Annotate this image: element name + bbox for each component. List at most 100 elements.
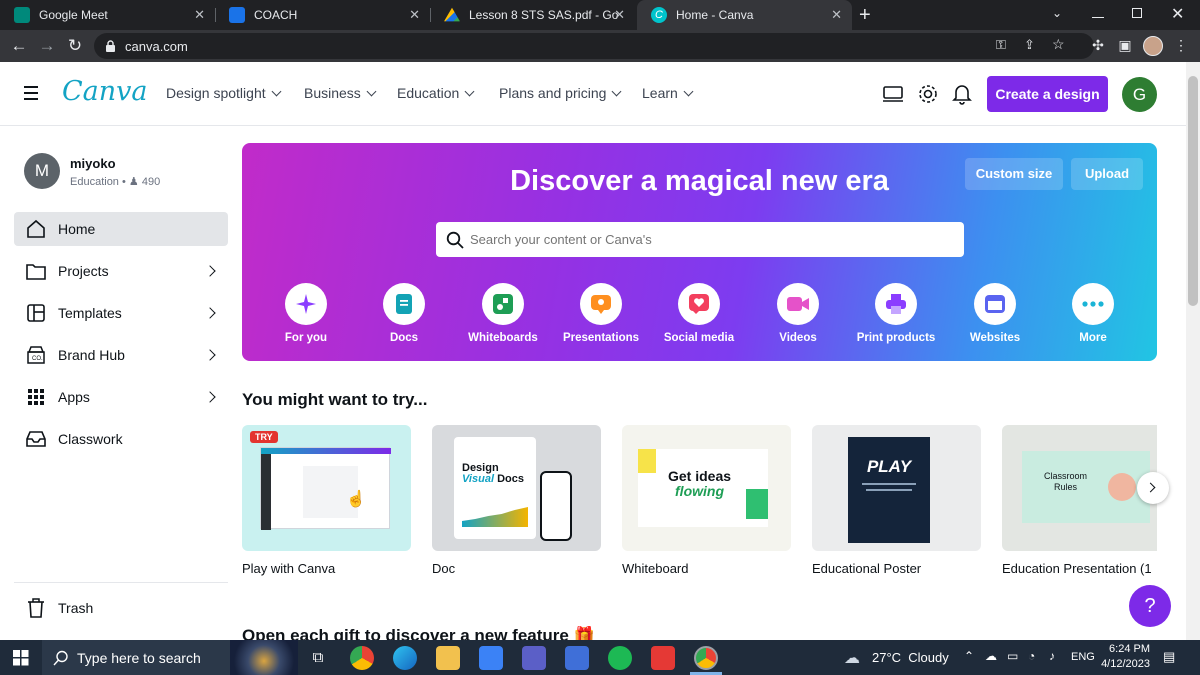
whiteboard-icon [482, 283, 524, 325]
browser-tab-active[interactable]: C Home - Canva ✕ [637, 0, 852, 30]
taskbar-search-box[interactable]: Type here to search [42, 640, 298, 675]
key-icon[interactable]: ⚿ [996, 37, 1006, 53]
search-input[interactable] [470, 229, 950, 249]
back-arrow-icon[interactable]: ← [7, 34, 31, 58]
create-design-button[interactable]: Create a design [987, 76, 1108, 112]
category-presentations[interactable]: Presentations [561, 283, 641, 344]
app-taskbar-icon[interactable] [522, 646, 546, 670]
minimize-window-icon[interactable] [1092, 6, 1104, 18]
volume-icon[interactable]: ♪ [1049, 649, 1055, 663]
category-social-media[interactable]: Social media [659, 283, 739, 344]
bookmark-star-icon[interactable]: ☆ [1052, 36, 1065, 53]
tab-search-icon[interactable]: ⌄ [1052, 6, 1062, 20]
vpn-taskbar-icon[interactable] [565, 646, 589, 670]
battery-icon[interactable]: ▭ [1007, 649, 1018, 663]
whiteboard-illustration: Get ideas flowing [638, 449, 768, 527]
chrome-menu-icon[interactable]: ⋮ [1170, 34, 1192, 56]
account-avatar[interactable]: G [1122, 77, 1157, 112]
browser-tab[interactable]: Google Meet ✕ [0, 0, 215, 30]
card-title: Educational Poster [812, 561, 922, 576]
phone-illustration [540, 471, 572, 541]
spotify-taskbar-icon[interactable] [608, 646, 632, 670]
share-icon[interactable]: ⇪ [1024, 37, 1035, 53]
show-hidden-icons-icon[interactable]: ⌃ [964, 649, 974, 663]
category-print-products[interactable]: Print products [856, 283, 936, 344]
close-tab-icon[interactable]: ✕ [409, 7, 420, 23]
category-websites[interactable]: Websites [955, 283, 1035, 344]
language-indicator[interactable]: ENG [1071, 651, 1095, 663]
home-icon [25, 218, 47, 240]
team-avatar[interactable]: M [24, 153, 60, 189]
file-explorer-icon[interactable] [436, 646, 460, 670]
help-button[interactable]: ? [1129, 585, 1171, 627]
task-view-icon[interactable]: ⧉ [306, 646, 330, 670]
address-bar[interactable]: canva.com ⚿ ⇪ ☆ [94, 33, 1094, 59]
sidebar-item-home[interactable]: Home [14, 212, 228, 246]
close-tab-icon[interactable]: ✕ [831, 7, 842, 23]
edge-taskbar-icon[interactable] [393, 646, 417, 670]
chrome-profile-taskbar-icon[interactable] [694, 646, 718, 670]
weather-text[interactable]: 27°C Cloudy [872, 650, 949, 665]
upload-button[interactable]: Upload [1071, 158, 1143, 190]
category-more[interactable]: More [1053, 283, 1133, 344]
sidebar-item-trash[interactable]: Trash [14, 591, 228, 625]
nav-education[interactable]: Education [397, 85, 475, 101]
forward-arrow-icon[interactable]: → [35, 34, 59, 58]
close-tab-icon[interactable]: ✕ [194, 7, 205, 23]
sidebar-item-projects[interactable]: Projects [14, 254, 228, 288]
new-tab-button[interactable]: + [859, 4, 871, 27]
card-title: Education Presentation (1 [1002, 561, 1152, 576]
notification-bell-icon[interactable] [952, 83, 972, 105]
browser-tab[interactable]: Lesson 8 STS SAS.pdf - Google D ✕ [430, 0, 635, 30]
desktop-app-icon[interactable] [882, 85, 904, 103]
close-tab-icon[interactable]: ✕ [614, 7, 625, 23]
design-card-educational-poster[interactable]: PLAY Educational Poster [812, 425, 981, 576]
hamburger-menu-icon[interactable] [24, 86, 38, 100]
carousel-next-button[interactable] [1137, 472, 1169, 504]
scrollbar-thumb[interactable] [1188, 76, 1198, 306]
sidebar-item-brand-hub[interactable]: CO. Brand Hub [14, 338, 228, 372]
category-whiteboards[interactable]: Whiteboards [463, 283, 543, 344]
sidebar-item-templates[interactable]: Templates [14, 296, 228, 330]
profile-name[interactable]: miyoko [70, 156, 116, 171]
sidebar-item-classwork[interactable]: Classwork [14, 422, 228, 456]
chevron-down-icon [464, 86, 475, 97]
extensions-puzzle-icon[interactable]: ✣ [1087, 34, 1109, 56]
browser-tab[interactable]: COACH ✕ [215, 0, 430, 30]
hero-search-box[interactable] [436, 222, 964, 257]
members-icon: ♟ [128, 176, 139, 188]
reload-icon[interactable]: ↻ [63, 34, 87, 58]
sidebar-item-apps[interactable]: Apps [14, 380, 228, 414]
design-card-play-with-canva[interactable]: TRY ☝ Play with Canva [242, 425, 411, 576]
microsoft-store-icon[interactable] [479, 646, 503, 670]
nav-design-spotlight[interactable]: Design spotlight [166, 85, 282, 101]
settings-gear-icon[interactable] [917, 83, 939, 105]
side-panel-icon[interactable]: ▣ [1114, 34, 1136, 56]
category-videos[interactable]: Videos [758, 283, 838, 344]
page-scrollbar[interactable] [1186, 62, 1200, 640]
presentation-icon [580, 283, 622, 325]
vivavideo-taskbar-icon[interactable] [651, 646, 675, 670]
tab-title: Lesson 8 STS SAS.pdf - Google D [469, 8, 619, 22]
onedrive-icon[interactable]: ☁ [985, 649, 997, 663]
clock[interactable]: 6:24 PM 4/12/2023 [1100, 643, 1150, 670]
category-docs[interactable]: Docs [364, 283, 444, 344]
restore-window-icon[interactable] [1132, 8, 1142, 18]
windows-start-icon[interactable] [13, 650, 29, 666]
nav-learn[interactable]: Learn [642, 85, 694, 101]
design-card-education-presentation[interactable]: Classroom Rules Education Presentation (… [1002, 425, 1157, 576]
category-for-you[interactable]: For you [266, 283, 346, 344]
nav-business[interactable]: Business [304, 85, 377, 101]
gift-icon: 🎁 [573, 626, 595, 640]
profile-avatar[interactable] [1143, 36, 1163, 56]
close-window-icon[interactable]: ✕ [1171, 4, 1184, 24]
notification-center-icon[interactable]: ▤ [1163, 649, 1175, 665]
design-card-whiteboard[interactable]: Get ideas flowing Whiteboard [622, 425, 791, 576]
network-icon[interactable]: ◔ [1028, 649, 1035, 663]
custom-size-button[interactable]: Custom size [965, 158, 1063, 190]
chrome-taskbar-icon[interactable] [350, 646, 374, 670]
nav-plans-and-pricing[interactable]: Plans and pricing [499, 85, 622, 101]
design-card-doc[interactable]: Design Visual Docs Doc [432, 425, 601, 576]
canva-logo[interactable]: Canva [62, 76, 148, 107]
canva-favicon-icon: C [651, 7, 667, 23]
